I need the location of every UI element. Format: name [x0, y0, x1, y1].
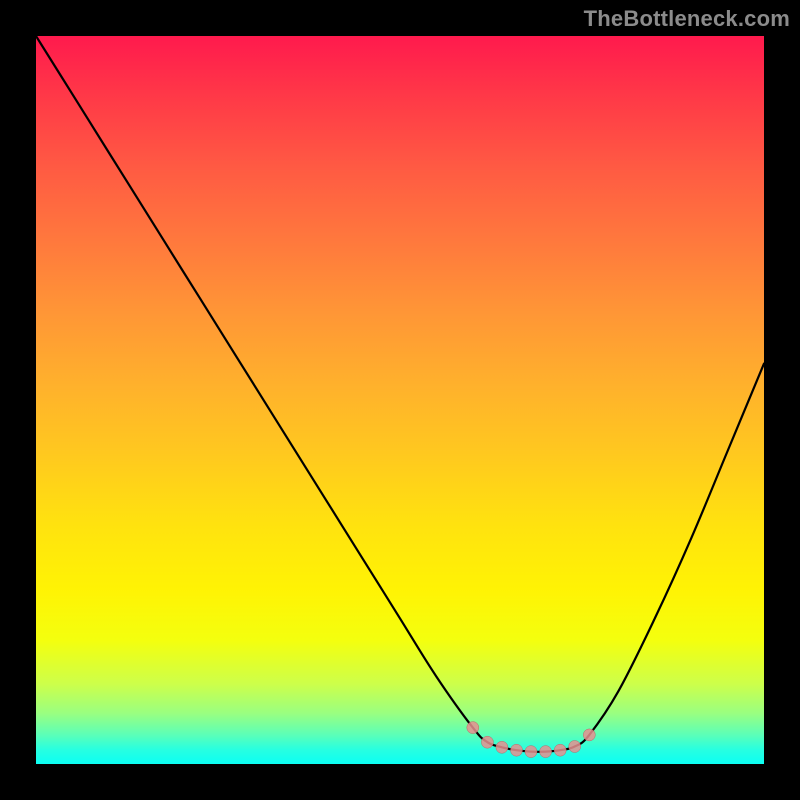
highlight-marker — [481, 736, 493, 748]
highlight-marker — [583, 729, 595, 741]
highlight-marker — [525, 746, 537, 758]
highlight-marker — [496, 741, 508, 753]
highlight-marker — [540, 746, 552, 758]
highlight-marker — [569, 741, 581, 753]
highlight-marker — [554, 744, 566, 756]
chart-svg — [36, 36, 764, 764]
highlight-marker — [511, 744, 523, 756]
watermark-text: TheBottleneck.com — [584, 6, 790, 32]
bottleneck-curve — [36, 36, 764, 752]
chart-plot-area — [36, 36, 764, 764]
highlight-marker — [467, 722, 479, 734]
highlighted-points — [467, 722, 596, 758]
